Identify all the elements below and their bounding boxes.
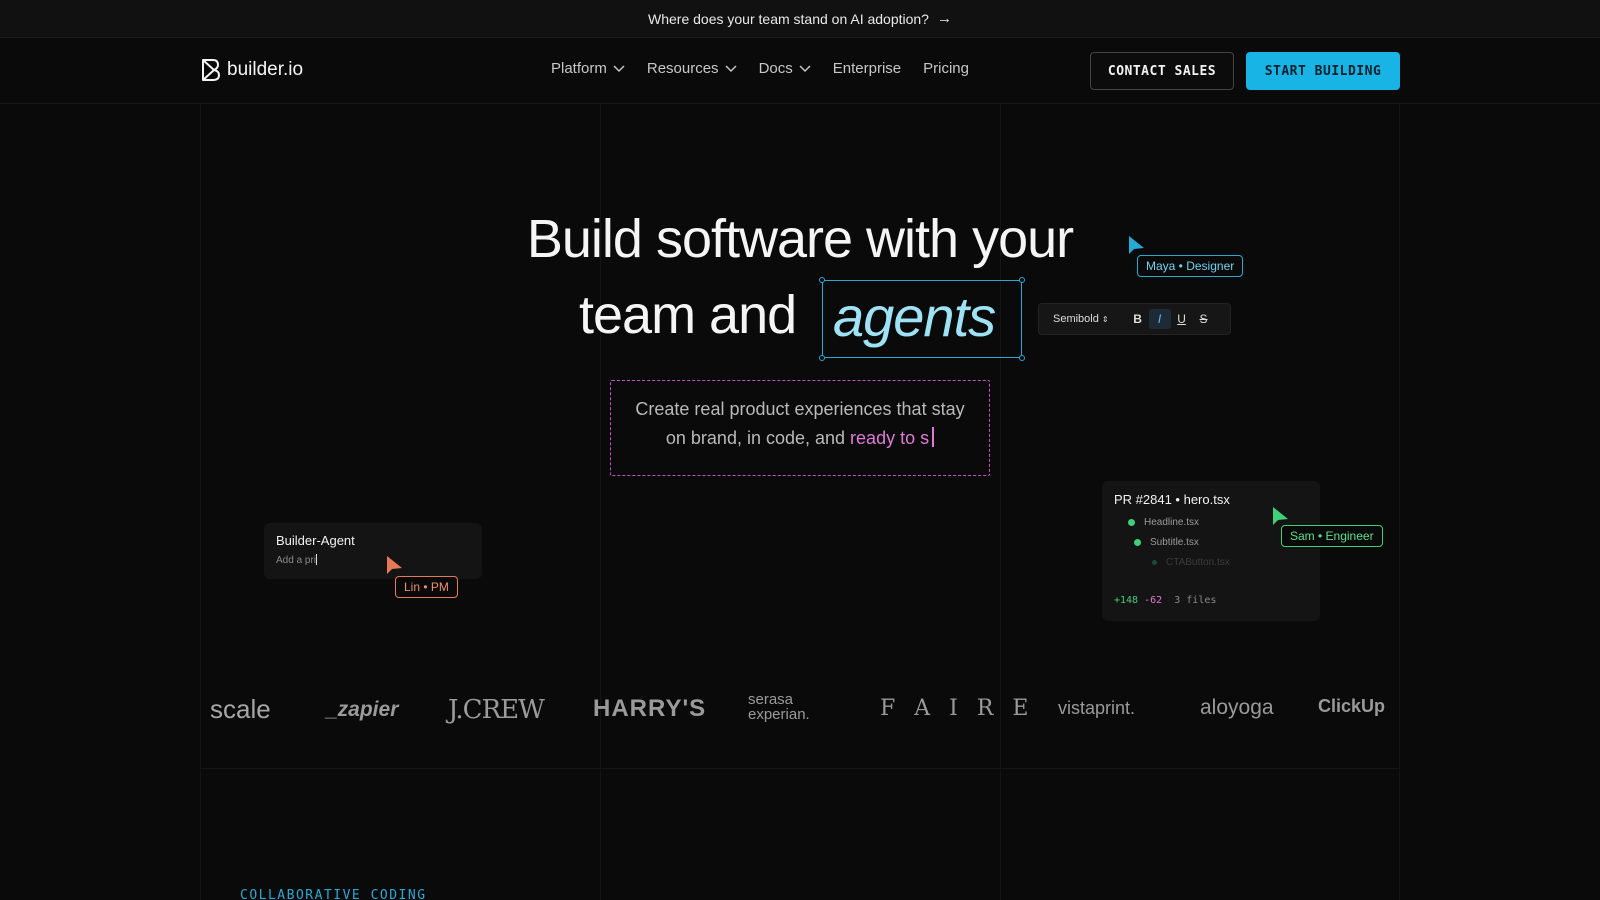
builder-agent-card[interactable]: Builder-Agent Add a pri [264, 523, 482, 579]
main-menu: Platform Resources Docs Enterprise Prici… [551, 60, 969, 77]
hero-title-line2: team and [579, 285, 797, 345]
strikethrough-button[interactable]: S [1193, 309, 1215, 329]
hero-subtitle[interactable]: Create real product experiences that sta… [610, 380, 990, 476]
brand-logo-clickup: ClickUp [1318, 696, 1386, 716]
updown-icon: ⇕ [1101, 314, 1109, 324]
subtitle-line2-prefix: on brand, in code, and [665, 428, 846, 448]
collaborator-tag-maya: Maya • Designer [1137, 255, 1244, 277]
pr-file-name: Subtitle.tsx [1150, 537, 1199, 548]
subtitle-typing: ready to s [850, 428, 930, 448]
brand-logo-jcrew: J.CREW [448, 695, 545, 725]
brand-logo-scale: scale [210, 694, 271, 724]
agent-card-title: Builder-Agent [276, 533, 355, 548]
section-label: COLLABORATIVE CODING [240, 888, 427, 900]
menu-label: Resources [646, 60, 719, 77]
arrow-right-icon: → [936, 10, 952, 27]
menu-label: Pricing [923, 60, 969, 77]
menu-resources[interactable]: Resources [647, 60, 737, 77]
format-toolbar: Semibold ⇕ B I U S [1038, 303, 1231, 335]
underline-button[interactable]: U [1171, 309, 1193, 329]
text-caret [932, 427, 935, 447]
cursor-pointer-icon [387, 556, 402, 574]
start-building-button[interactable]: START BUILDING [1246, 52, 1400, 90]
cursor-pointer-icon [1129, 236, 1144, 254]
collaborator-tag-lin: Lin • PM [395, 576, 458, 598]
menu-docs[interactable]: Docs [759, 60, 811, 77]
customer-logos: scale _zapier J.CREW HARRY'S serasa expe… [200, 692, 1400, 732]
collaborator-tag-sam: Sam • Engineer [1281, 525, 1383, 547]
menu-enterprise[interactable]: Enterprise [833, 60, 901, 77]
resize-handle[interactable] [819, 355, 825, 361]
logo[interactable]: builder.io [199, 58, 303, 82]
pr-diff-stats: +148 -62 3 files [1114, 595, 1216, 606]
menu-platform[interactable]: Platform [551, 60, 625, 77]
hero-title-line1: Build software with your [526, 209, 1074, 269]
chevron-down-icon [799, 64, 811, 72]
menu-label: Docs [758, 60, 793, 77]
font-weight-select[interactable]: Semibold ⇕ [1053, 313, 1109, 325]
brand-logo-vistaprint: vistaprint. [1058, 698, 1136, 718]
subtitle-line2: on brand, in code, and ready to s [611, 424, 989, 453]
grid-line [200, 768, 1400, 769]
menu-label: Platform [551, 60, 607, 77]
brand-logo-zapier: _zapier [326, 698, 399, 721]
pr-files-count: 3 files [1174, 595, 1217, 606]
hero-title-highlight: agents [833, 285, 996, 348]
announcement-bar[interactable]: Where does your team stand on AI adoptio… [0, 0, 1600, 38]
brand-logo-serasa: serasa experian. [748, 692, 810, 723]
brand-logo-harrys: HARRY'S [593, 695, 707, 722]
agent-prompt-text: Add a pri [276, 555, 317, 566]
pr-file-name: Headline.tsx [1144, 517, 1200, 528]
subtitle-line1: Create real product experiences that sta… [635, 399, 965, 419]
logo-text: builder.io [227, 59, 304, 80]
pr-deletions: -62 [1144, 595, 1163, 606]
resize-handle[interactable] [1019, 355, 1025, 361]
bold-button[interactable]: B [1127, 309, 1149, 329]
chevron-down-icon [725, 64, 737, 72]
status-dot-icon [1152, 560, 1157, 565]
chevron-down-icon [613, 64, 625, 72]
builder-logo-icon [202, 59, 220, 81]
menu-pricing[interactable]: Pricing [923, 60, 969, 77]
status-dot-icon [1134, 539, 1141, 546]
agent-prompt-input[interactable]: Add a pri [276, 554, 470, 566]
announcement-text: Where does your team stand on AI adoptio… [648, 10, 929, 27]
pr-title: PR #2841 • hero.tsx [1114, 492, 1230, 507]
resize-handle[interactable] [819, 277, 825, 283]
pr-file-item[interactable]: CTAButton.tsx [1152, 557, 1308, 568]
resize-handle[interactable] [1019, 277, 1025, 283]
brand-logo-aloyoga: aloyoga [1200, 696, 1274, 719]
pull-request-card[interactable]: PR #2841 • hero.tsx Headline.tsx Subtitl… [1102, 481, 1320, 621]
pr-file-name: CTAButton.tsx [1166, 557, 1230, 568]
italic-button[interactable]: I [1148, 309, 1171, 329]
contact-sales-button[interactable]: CONTACT SALES [1090, 52, 1234, 90]
brand-logo-faire: F A I R E [880, 696, 1035, 721]
status-dot-icon [1128, 519, 1135, 526]
text-caret [316, 554, 318, 565]
menu-label: Enterprise [832, 60, 902, 77]
font-weight-value: Semibold [1053, 313, 1099, 325]
top-nav: builder.io Platform Resources Docs Enter… [0, 38, 1600, 104]
pr-additions: +148 [1114, 595, 1139, 606]
